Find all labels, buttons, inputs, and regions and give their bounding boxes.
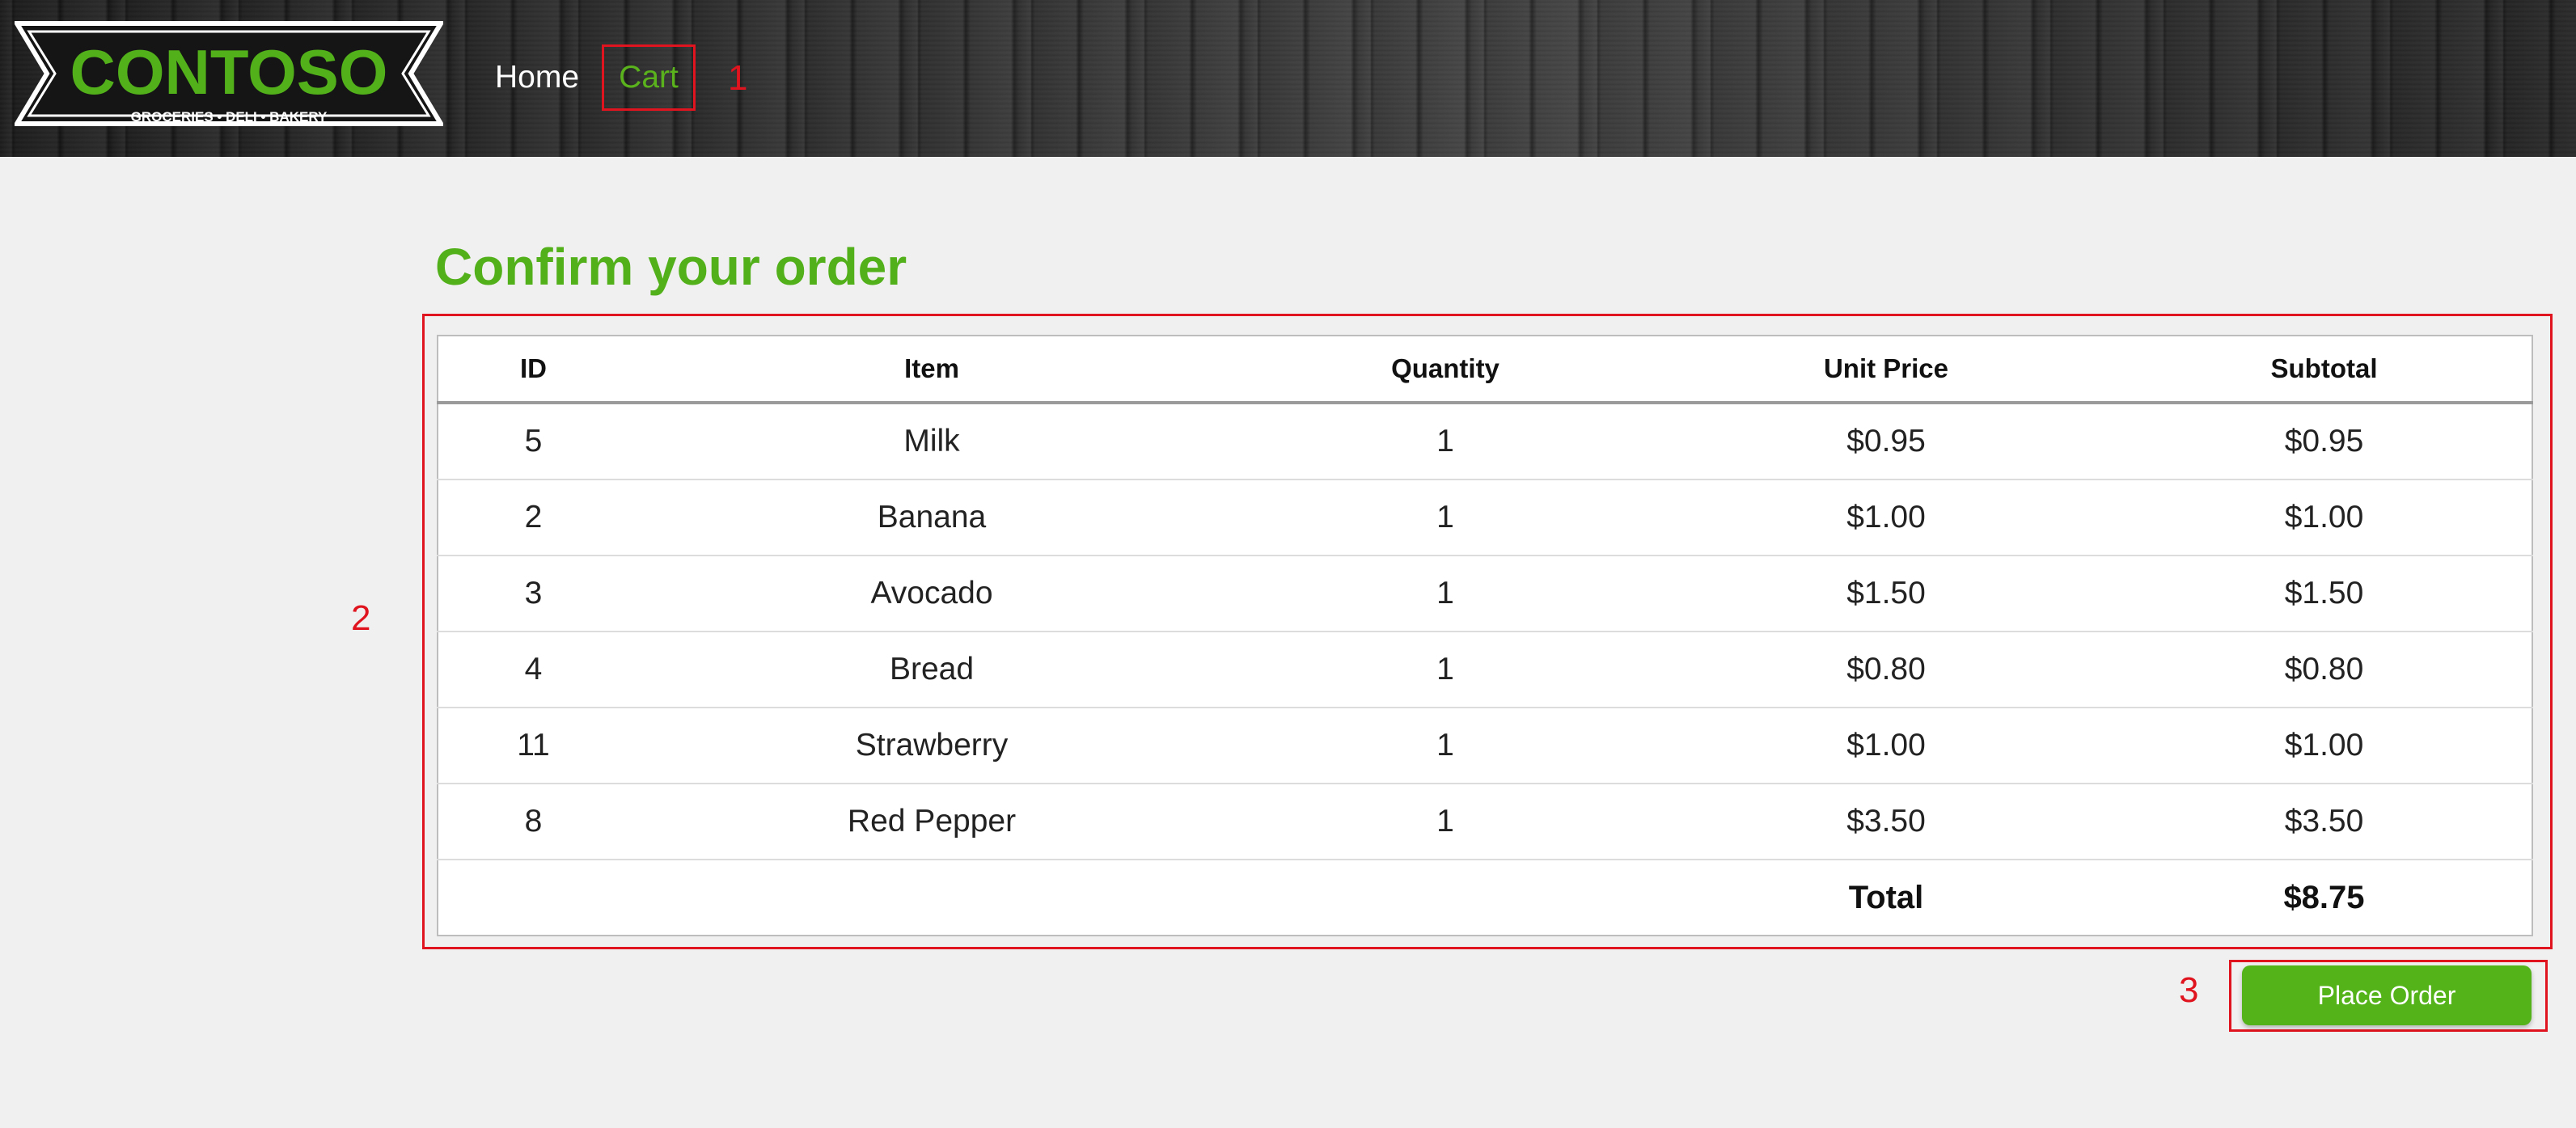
contoso-logo[interactable]: CONTOSO GROCERIES • DELI • BAKERY xyxy=(15,21,443,126)
column-header-item: Item xyxy=(628,336,1235,404)
table-row: 5 Milk 1 $0.95 $0.95 xyxy=(438,402,2532,480)
cell-unit-price: $1.50 xyxy=(1656,555,2117,632)
annotation-label-2: 2 xyxy=(351,598,371,638)
column-header-unit-price: Unit Price xyxy=(1656,336,2117,404)
cell-item: Strawberry xyxy=(628,707,1235,784)
table-row: 2 Banana 1 $1.00 $1.00 xyxy=(438,479,2532,556)
cell-id: 11 xyxy=(438,707,628,784)
cell-unit-price: $1.00 xyxy=(1656,479,2117,556)
cell-quantity: 1 xyxy=(1235,631,1656,708)
logo-banner-graphic: CONTOSO GROCERIES • DELI • BAKERY xyxy=(15,21,443,126)
cell-unit-price: $3.50 xyxy=(1656,783,2117,860)
page-title: Confirm your order xyxy=(435,238,907,296)
table-row: 8 Red Pepper 1 $3.50 $3.50 xyxy=(438,783,2532,860)
cell-subtotal: $0.95 xyxy=(2117,402,2532,480)
annotation-label-3: 3 xyxy=(2179,970,2199,1010)
cell-quantity: 1 xyxy=(1235,707,1656,784)
table-header-row: ID Item Quantity Unit Price Subtotal xyxy=(438,336,2532,404)
table-row: 3 Avocado 1 $1.50 $1.50 xyxy=(438,555,2532,632)
cell-id: 4 xyxy=(438,631,628,708)
column-header-quantity: Quantity xyxy=(1235,336,1656,404)
nav-link-home[interactable]: Home xyxy=(495,58,579,97)
cell-id: 3 xyxy=(438,555,628,632)
cell-subtotal: $1.00 xyxy=(2117,479,2532,556)
table-row: 11 Strawberry 1 $1.00 $1.00 xyxy=(438,707,2532,784)
empty-cell xyxy=(1235,859,1656,936)
cell-quantity: 1 xyxy=(1235,783,1656,860)
logo-wordmark: CONTOSO xyxy=(70,36,388,108)
annotation-label-1: 1 xyxy=(728,58,748,98)
total-row: Total $8.75 xyxy=(438,859,2532,936)
cell-item: Red Pepper xyxy=(628,783,1235,860)
cell-subtotal: $0.80 xyxy=(2117,631,2532,708)
cell-subtotal: $1.50 xyxy=(2117,555,2532,632)
empty-cell xyxy=(438,859,628,936)
site-header: CONTOSO GROCERIES • DELI • BAKERY Home C… xyxy=(0,0,2576,157)
order-table: ID Item Quantity Unit Price Subtotal 5 M… xyxy=(437,335,2533,936)
place-order-button[interactable]: Place Order xyxy=(2242,965,2532,1025)
cell-subtotal: $3.50 xyxy=(2117,783,2532,860)
cell-item: Milk xyxy=(628,402,1235,480)
cell-quantity: 1 xyxy=(1235,555,1656,632)
cell-id: 2 xyxy=(438,479,628,556)
empty-cell xyxy=(628,859,1235,936)
table-row: 4 Bread 1 $0.80 $0.80 xyxy=(438,631,2532,708)
total-value: $8.75 xyxy=(2117,859,2532,936)
cell-item: Banana xyxy=(628,479,1235,556)
column-header-id: ID xyxy=(438,336,628,404)
cell-quantity: 1 xyxy=(1235,402,1656,480)
cell-item: Bread xyxy=(628,631,1235,708)
logo-tagline: GROCERIES • DELI • BAKERY xyxy=(131,109,328,125)
cell-id: 8 xyxy=(438,783,628,860)
nav-link-cart[interactable]: Cart xyxy=(602,44,696,111)
cell-unit-price: $0.80 xyxy=(1656,631,2117,708)
cell-item: Avocado xyxy=(628,555,1235,632)
total-label: Total xyxy=(1656,859,2117,936)
cell-subtotal: $1.00 xyxy=(2117,707,2532,784)
column-header-subtotal: Subtotal xyxy=(2117,336,2532,404)
cell-id: 5 xyxy=(438,402,628,480)
cell-unit-price: $0.95 xyxy=(1656,402,2117,480)
cell-unit-price: $1.00 xyxy=(1656,707,2117,784)
cell-quantity: 1 xyxy=(1235,479,1656,556)
